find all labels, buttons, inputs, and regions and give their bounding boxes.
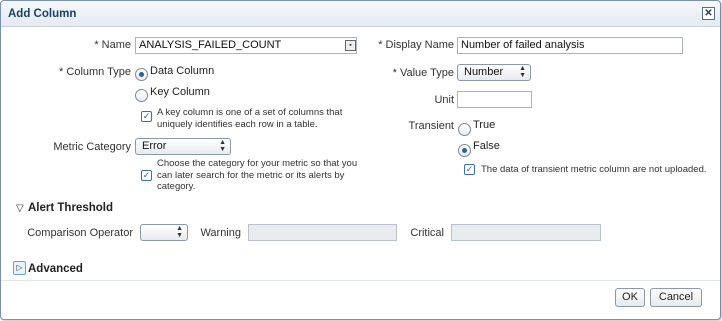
transient-help: The data of transient metric column are … <box>481 164 707 175</box>
radio-data-column-label: Data Column <box>150 65 215 77</box>
radio-key-column[interactable] <box>135 89 148 102</box>
add-column-dialog: Add Column ✕ * Name ANALYSIS_FAILED_COUN… <box>0 0 721 320</box>
display-name-value: Number of failed analysis <box>461 39 585 51</box>
metric-category-value: Error <box>142 140 167 152</box>
comparison-operator-label: Comparison Operator <box>27 227 133 239</box>
display-name-label: * Display Name <box>378 39 454 51</box>
radio-transient-true-label: True <box>473 119 496 131</box>
critical-label: Critical <box>410 227 444 239</box>
column-type-label: * Column Type <box>59 66 131 78</box>
help-check-icon: ✓ <box>464 164 475 175</box>
dialog-titlebar: Add Column ✕ <box>1 1 720 27</box>
ok-button[interactable]: OK <box>615 288 645 307</box>
transient-label: Transient <box>408 120 454 132</box>
value-type-label: * Value Type <box>392 67 454 79</box>
display-name-input[interactable]: Number of failed analysis <box>457 37 683 54</box>
select-arrows-icon: ▲ ▼ <box>219 139 226 153</box>
metric-category-help: Choose the category for your metric so t… <box>157 158 358 192</box>
alert-threshold-header[interactable]: Alert Threshold <box>28 202 113 214</box>
triangle-right-icon[interactable]: ▷ <box>13 261 26 275</box>
select-arrows-icon: ▲ ▼ <box>176 225 183 239</box>
value-type-value: Number <box>464 66 504 78</box>
column-type-help: A key column is one of a set of columns … <box>157 107 343 130</box>
advanced-header[interactable]: Advanced <box>28 263 83 275</box>
unit-label: Unit <box>434 94 454 106</box>
critical-input[interactable] <box>451 224 601 241</box>
warning-input[interactable] <box>248 224 397 241</box>
triangle-down-icon[interactable]: ▽ <box>16 203 24 214</box>
help-check-icon: ✓ <box>141 111 152 122</box>
dialog-title: Add Column <box>8 8 77 20</box>
metric-category-select[interactable]: Error ▲ ▼ <box>135 138 231 155</box>
radio-key-column-label: Key Column <box>150 86 210 98</box>
cancel-button[interactable]: Cancel <box>650 288 702 307</box>
name-label: * Name <box>94 39 131 51</box>
radio-transient-false[interactable] <box>458 144 471 157</box>
name-input[interactable]: ANALYSIS_FAILED_COUNT <box>135 37 357 54</box>
radio-transient-false-label: False <box>473 140 500 152</box>
radio-transient-true[interactable] <box>458 123 471 136</box>
metric-category-label: Metric Category <box>53 141 131 153</box>
radio-data-column[interactable] <box>135 68 148 81</box>
comparison-operator-select[interactable]: ▲ ▼ <box>140 224 188 241</box>
help-check-icon: ✓ <box>141 170 152 181</box>
name-value: ANALYSIS_FAILED_COUNT <box>139 39 282 51</box>
footer-divider <box>1 280 720 281</box>
unit-input[interactable] <box>457 91 532 108</box>
lookup-icon[interactable]: ▪ <box>345 40 356 51</box>
close-icon[interactable]: ✕ <box>702 7 715 20</box>
select-arrows-icon: ▲ ▼ <box>519 65 526 79</box>
warning-label: Warning <box>200 227 241 239</box>
value-type-select[interactable]: Number ▲ ▼ <box>457 64 531 81</box>
